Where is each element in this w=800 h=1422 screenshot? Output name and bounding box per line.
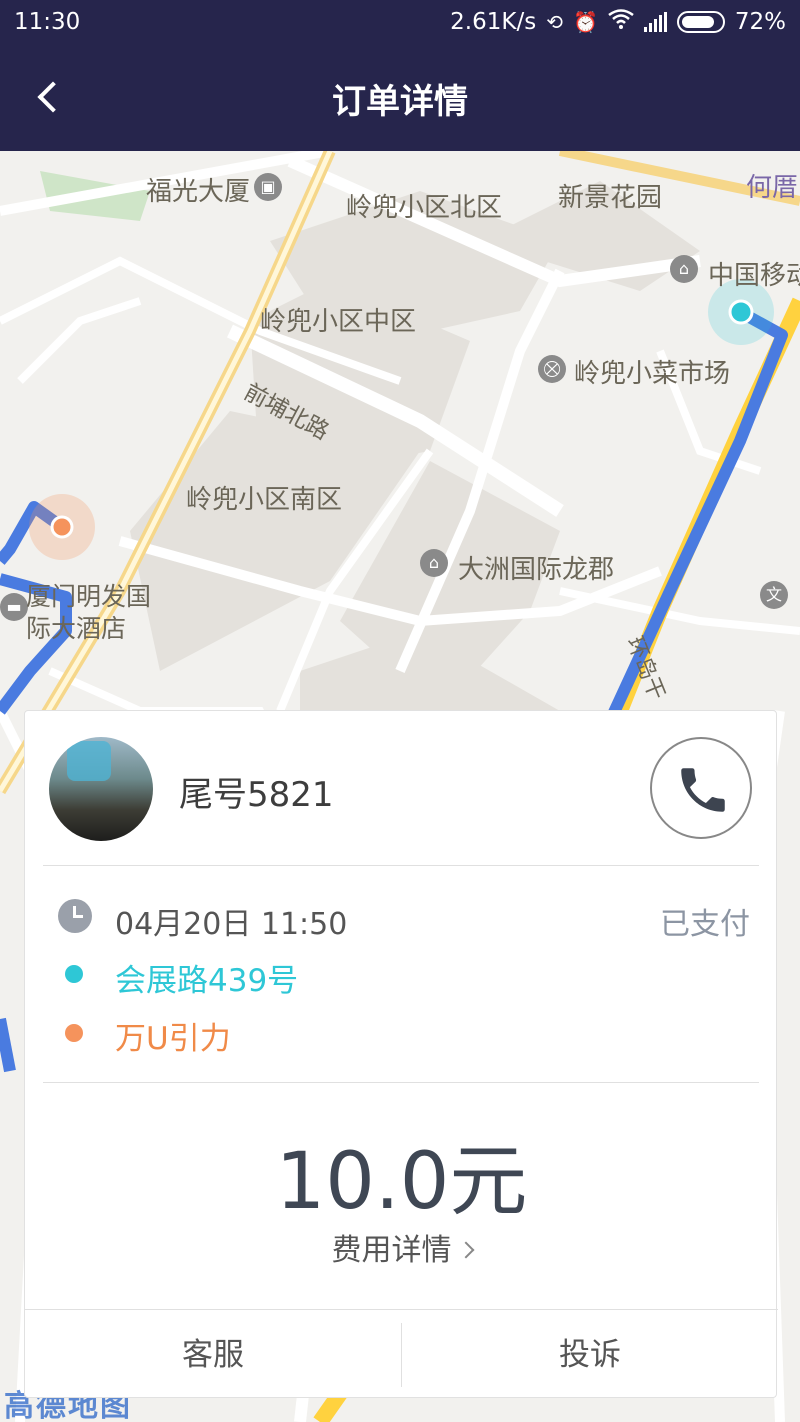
divider [43, 865, 759, 866]
map-label-dazhou: 大洲国际龙郡 [458, 555, 615, 585]
end-dot-icon [65, 1024, 83, 1042]
customer-service-button[interactable]: 客服 [25, 1311, 401, 1399]
driver-plate-suffix: 尾号5821 [179, 775, 334, 815]
status-time: 11:30 [14, 9, 81, 35]
map-label-xinjing: 新景花园 [558, 183, 663, 213]
battery-icon [676, 11, 725, 33]
driver-avatar [49, 737, 153, 841]
shop-icon: ⌂ [670, 255, 698, 283]
map-label-mingfa-1: 厦门明发国 [26, 582, 152, 611]
network-speed: 2.61K/s [450, 9, 537, 35]
alarm-icon: ⏰ [572, 10, 598, 34]
payment-status: 已支付 [660, 907, 750, 942]
clock-icon [58, 899, 92, 933]
chevron-right-icon [457, 1241, 474, 1259]
battery-percent: 72% [734, 9, 786, 35]
home-icon: ⌂ [420, 549, 448, 577]
map-label-lingdou-north: 岭兜小区北区 [346, 193, 503, 223]
map-label-mingfa-2: 际大酒店 [26, 614, 127, 643]
wifi-icon [608, 9, 634, 35]
page-title: 订单详情 [332, 82, 468, 122]
order-card: 尾号5821 04月20日 11:50 已支付 会展路439号 万U引力 10.… [24, 710, 778, 1399]
map-label-lingdou-south: 岭兜小区南区 [186, 485, 343, 515]
signal-icon [643, 12, 667, 32]
nav-bar: 订单详情 [0, 46, 800, 151]
hotel-icon: ▬ [0, 593, 28, 621]
divider [25, 1309, 778, 1310]
complaint-button[interactable]: 投诉 [402, 1311, 778, 1399]
map-label-hecuo: 何厝 [746, 173, 799, 203]
phone-icon [681, 768, 725, 812]
status-bar: 11:30 2.61K/s ⟲ ⏰ 72% [0, 0, 800, 46]
start-dot-icon [65, 965, 83, 983]
market-icon: ⛒ [538, 355, 566, 383]
map-label-china-mobile: 中国移动 [708, 261, 800, 291]
fare-amount: 10.0元 [275, 1137, 528, 1227]
end-address: 万U引力 [115, 1021, 231, 1057]
culture-icon: 文 [760, 581, 788, 609]
fare-detail-link[interactable]: 费用详情 [25, 1225, 778, 1269]
map-label-fuguang: 福光大厦 [146, 177, 251, 207]
map-label-market: 岭兜小菜市场 [574, 359, 731, 389]
divider [43, 1082, 759, 1083]
fare-detail-label: 费用详情 [331, 1233, 452, 1268]
map-label-lingdou-mid: 岭兜小区中区 [260, 307, 417, 337]
sync-icon: ⟲ [546, 10, 563, 34]
building-icon: ▣ [254, 173, 282, 201]
order-time: 04月20日 11:50 [115, 907, 348, 942]
start-address: 会展路439号 [115, 963, 299, 999]
call-driver-button[interactable] [650, 737, 752, 839]
